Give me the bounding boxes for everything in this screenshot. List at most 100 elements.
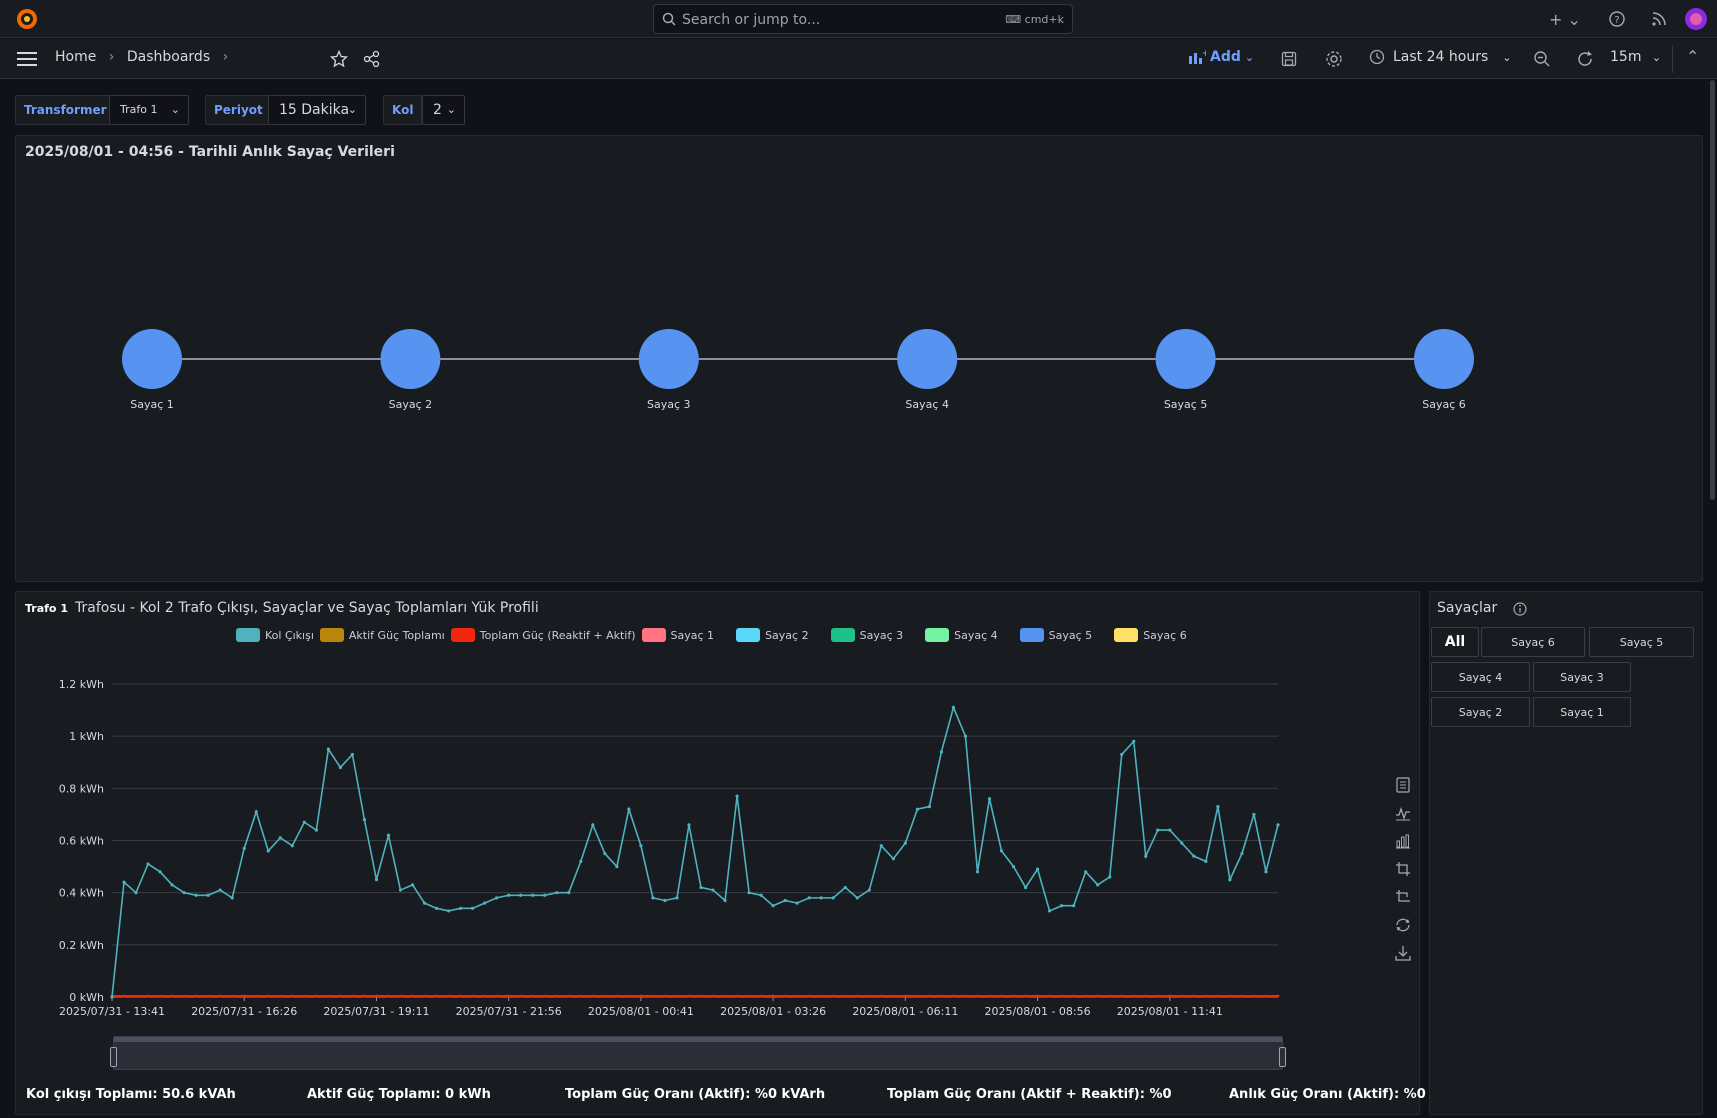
data-point-kol-cikisi[interactable] (579, 859, 583, 863)
meter-filter-button[interactable]: Sayaç 4 (1431, 662, 1530, 692)
menu-hamburger-icon[interactable] (17, 51, 37, 67)
data-point-kol-cikisi[interactable] (975, 870, 980, 874)
data-point-kol-cikisi[interactable] (1156, 828, 1160, 832)
meter-filter-button[interactable]: Sayaç 3 (1533, 662, 1631, 692)
data-point-kol-cikisi[interactable] (555, 891, 559, 895)
data-point-kol-cikisi[interactable] (711, 888, 715, 892)
zoom-out-icon[interactable] (1533, 50, 1551, 68)
save-icon[interactable] (1281, 51, 1297, 67)
meter-filter-button[interactable]: Sayaç 1 (1533, 697, 1631, 727)
data-point-kol-cikisi[interactable] (867, 888, 871, 892)
data-point-kol-cikisi[interactable] (639, 844, 643, 848)
data-point-kol-cikisi[interactable] (651, 896, 655, 900)
data-point-kol-cikisi[interactable] (819, 896, 823, 900)
data-point-kol-cikisi[interactable] (278, 836, 282, 840)
time-range-picker[interactable]: Last 24 hours ⌄ (1369, 49, 1511, 65)
share-icon[interactable] (363, 50, 381, 68)
data-point-kol-cikisi[interactable] (194, 893, 198, 897)
data-point-kol-cikisi[interactable] (591, 823, 595, 827)
data-point-kol-cikisi[interactable] (999, 849, 1004, 853)
data-point-kol-cikisi[interactable] (1108, 875, 1112, 879)
data-point-kol-cikisi[interactable] (471, 906, 475, 910)
data-point-kol-cikisi[interactable] (927, 804, 932, 809)
meter-filter-button[interactable]: Sayaç 6 (1481, 627, 1585, 657)
data-point-kol-cikisi[interactable] (374, 878, 379, 882)
data-point-kol-cikisi[interactable] (831, 896, 835, 900)
data-point-kol-cikisi[interactable] (543, 893, 547, 897)
data-point-kol-cikisi[interactable] (483, 901, 487, 905)
page-scrollbar[interactable] (1710, 80, 1715, 500)
variable-select-kol[interactable]: 2 ⌄ (422, 95, 465, 125)
zoom-reset-icon[interactable] (1395, 889, 1411, 905)
data-point-kol-cikisi[interactable] (1072, 904, 1076, 908)
data-point-kol-cikisi[interactable] (771, 904, 775, 908)
load-profile-chart[interactable]: 0 kWh 0.2 kWh 0.4 kWh 0.6 kWh 0.8 kWh 1 kWh 1.… (16, 592, 1316, 1092)
data-point-kol-cikisi[interactable] (362, 818, 367, 822)
data-point-kol-cikisi[interactable] (1240, 851, 1244, 856)
data-zoom-handle-right[interactable] (1279, 1047, 1286, 1067)
variable-select-periyot[interactable]: 15 Dakika ⌄ (268, 95, 366, 125)
info-icon[interactable] (1513, 602, 1527, 616)
data-point-kol-cikisi[interactable] (507, 893, 511, 897)
data-point-kol-cikisi[interactable] (903, 841, 907, 845)
user-avatar-icon[interactable] (1685, 8, 1707, 30)
data-point-kol-cikisi[interactable] (1096, 883, 1100, 887)
data-point-kol-cikisi[interactable] (1084, 870, 1088, 874)
data-point-kol-cikisi[interactable] (326, 747, 330, 751)
data-point-kol-cikisi[interactable] (410, 883, 415, 887)
data-point-kol-cikisi[interactable] (1011, 864, 1016, 869)
data-point-kol-cikisi[interactable] (434, 906, 439, 910)
data-point-kol-cikisi[interactable] (663, 898, 667, 903)
data-point-kol-cikisi[interactable] (951, 705, 956, 710)
data-point-kol-cikisi[interactable] (891, 857, 895, 861)
data-point-kol-cikisi[interactable] (1276, 823, 1280, 827)
topology-node[interactable] (638, 329, 699, 389)
data-point-kol-cikisi[interactable] (398, 888, 403, 892)
data-point-kol-cikisi[interactable] (170, 883, 174, 887)
restore-icon[interactable] (1395, 917, 1411, 933)
data-point-kol-cikisi[interactable] (963, 734, 968, 738)
data-point-kol-cikisi[interactable] (386, 833, 391, 837)
data-point-kol-cikisi[interactable] (531, 893, 535, 897)
grafana-logo-icon[interactable] (15, 7, 39, 31)
data-point-kol-cikisi[interactable] (1252, 812, 1256, 817)
data-point-kol-cikisi[interactable] (266, 849, 270, 853)
data-point-kol-cikisi[interactable] (1132, 739, 1136, 743)
data-point-kol-cikisi[interactable] (627, 807, 631, 811)
data-point-kol-cikisi[interactable] (1264, 870, 1268, 874)
data-point-kol-cikisi[interactable] (1144, 854, 1148, 858)
data-point-kol-cikisi[interactable] (1228, 878, 1232, 882)
data-point-kol-cikisi[interactable] (495, 896, 499, 900)
bar-chart-icon[interactable] (1395, 833, 1411, 849)
data-point-kol-cikisi[interactable] (110, 995, 114, 999)
data-point-kol-cikisi[interactable] (855, 896, 859, 900)
data-point-kol-cikisi[interactable] (254, 810, 258, 814)
data-point-kol-cikisi[interactable] (206, 893, 210, 897)
data-point-kol-cikisi[interactable] (615, 864, 619, 869)
data-point-kol-cikisi[interactable] (519, 893, 523, 897)
data-point-kol-cikisi[interactable] (795, 901, 799, 905)
data-point-kol-cikisi[interactable] (1204, 859, 1208, 863)
data-zoom-slider[interactable] (110, 1036, 1286, 1070)
data-point-kol-cikisi[interactable] (747, 891, 751, 895)
data-point-kol-cikisi[interactable] (146, 862, 150, 866)
data-point-kol-cikisi[interactable] (735, 794, 739, 798)
refresh-interval-picker[interactable]: 15m ⌄ (1610, 49, 1661, 65)
data-view-icon[interactable] (1395, 777, 1411, 793)
data-point-kol-cikisi[interactable] (242, 846, 246, 850)
meter-filter-button[interactable]: Sayaç 2 (1431, 697, 1530, 727)
data-point-kol-cikisi[interactable] (939, 750, 944, 754)
data-point-kol-cikisi[interactable] (1035, 867, 1040, 871)
data-point-kol-cikisi[interactable] (759, 893, 763, 897)
data-point-kol-cikisi[interactable] (122, 880, 126, 884)
breadcrumb-dashboards[interactable]: Dashboards (127, 49, 210, 65)
data-point-kol-cikisi[interactable] (603, 851, 607, 856)
data-point-kol-cikisi[interactable] (987, 797, 992, 801)
data-point-kol-cikisi[interactable] (158, 870, 162, 874)
data-point-kol-cikisi[interactable] (807, 896, 811, 900)
variable-select-transformer[interactable]: Trafo 1 ⌄ (109, 95, 189, 125)
data-point-kol-cikisi[interactable] (1060, 904, 1064, 908)
data-point-kol-cikisi[interactable] (1120, 752, 1124, 757)
download-icon[interactable] (1395, 945, 1411, 961)
data-point-kol-cikisi[interactable] (1023, 885, 1028, 890)
